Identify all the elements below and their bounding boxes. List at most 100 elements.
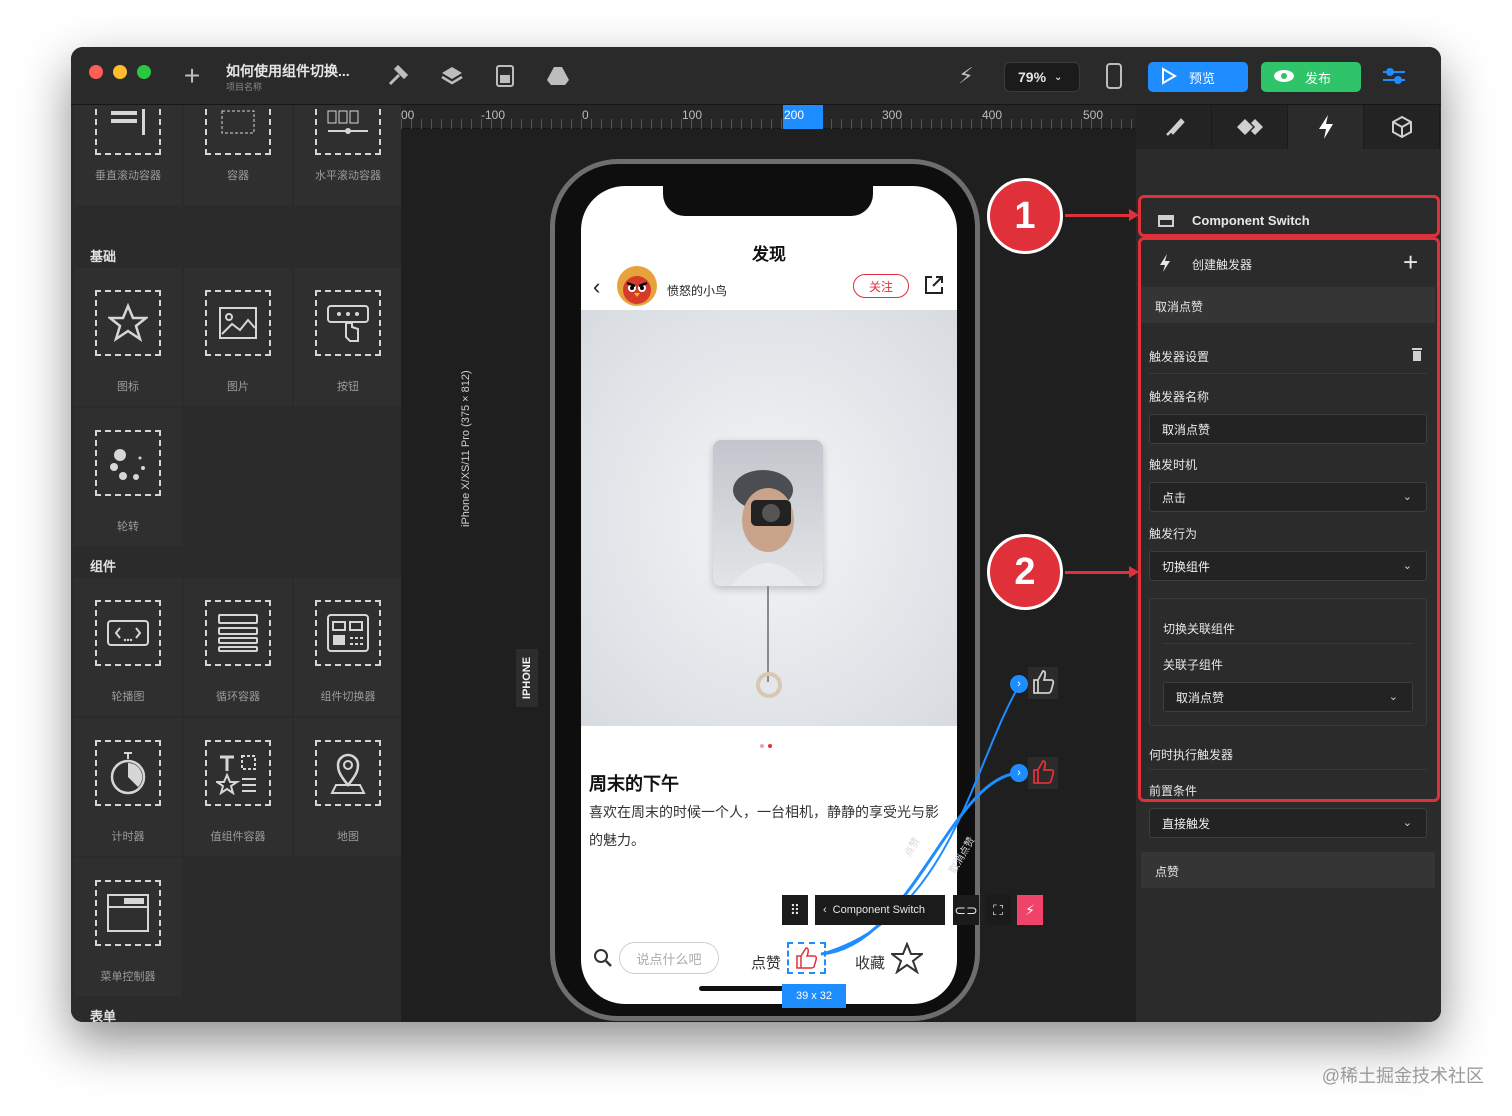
trigger-group-header[interactable]: 点赞 xyxy=(1141,852,1435,888)
component-spinner[interactable]: 轮转 xyxy=(74,408,182,546)
ruler-ticks xyxy=(401,119,1136,129)
component-label: 轮播图 xyxy=(111,691,145,703)
document-icon[interactable] xyxy=(492,63,518,89)
vertical-scroll-icon xyxy=(95,105,161,155)
container-icon xyxy=(205,105,271,155)
photo-card xyxy=(713,440,823,586)
component-value-container[interactable]: 值组件容器 xyxy=(184,718,292,856)
star-icon xyxy=(95,290,161,356)
hanging-ring xyxy=(756,672,782,698)
add-icon[interactable]: + xyxy=(179,60,205,91)
component-carousel[interactable]: 轮播图 xyxy=(74,578,182,716)
component-label: 按钮 xyxy=(337,381,359,393)
component-map[interactable]: 地图 xyxy=(294,718,401,856)
follow-button[interactable]: 关注 xyxy=(853,274,909,298)
preview-label: 预览 xyxy=(1189,70,1216,86)
component-menu-controller[interactable]: 菜单控制器 xyxy=(74,858,182,996)
list-icon xyxy=(205,600,271,666)
component-horizontal-scroll[interactable]: 水平滚动容器 xyxy=(294,105,401,205)
drive-icon[interactable] xyxy=(545,63,571,89)
chevron-left-icon: ‹ xyxy=(823,904,827,916)
drag-handle-icon[interactable]: ⠿ xyxy=(782,895,808,925)
carousel-icon xyxy=(95,600,161,666)
component-vertical-scroll[interactable]: 垂直滚动容器 xyxy=(74,105,182,205)
share-icon[interactable] xyxy=(923,274,945,301)
comment-input[interactable]: 说点什么吧 xyxy=(619,942,719,974)
zoom-select[interactable]: 79% ⌄ xyxy=(1004,62,1080,92)
switch-target-dot-2[interactable]: › xyxy=(1010,764,1028,782)
hanging-string xyxy=(767,586,769,682)
carousel-dots xyxy=(760,744,764,748)
component-timer[interactable]: 计时器 xyxy=(74,718,182,856)
trigger-bolt-icon[interactable]: ⚡ xyxy=(1017,895,1043,925)
highlight-create-trigger xyxy=(1138,195,1440,237)
phone-notch xyxy=(663,186,873,216)
device-icon[interactable] xyxy=(1101,63,1127,89)
component-icon[interactable]: 图标 xyxy=(74,268,182,406)
project-title[interactable]: 如何使用组件切换... xyxy=(226,61,350,81)
thumbs-up-red-icon[interactable] xyxy=(1028,757,1058,789)
tab-components[interactable] xyxy=(1212,105,1288,149)
value-container-icon xyxy=(205,740,271,806)
section-form-heading: 表单 xyxy=(90,1009,117,1022)
precondition-select[interactable]: 直接触发 ⌄ xyxy=(1149,808,1427,838)
thumbs-up-icon[interactable] xyxy=(1028,667,1058,699)
component-label: 值组件容器 xyxy=(210,831,266,843)
chevron-down-icon: ⌄ xyxy=(1402,817,1412,829)
like-label: 点赞 xyxy=(751,955,782,972)
component-label: 轮转 xyxy=(117,521,139,533)
hammer-icon[interactable] xyxy=(385,63,411,89)
component-label: 容器 xyxy=(227,170,249,182)
carousel-dot-active xyxy=(768,744,772,748)
eye-icon xyxy=(1273,69,1295,86)
layers-icon[interactable] xyxy=(439,63,465,89)
fullscreen-icon[interactable]: ⛶ xyxy=(985,895,1011,925)
component-loop-container[interactable]: 循环容器 xyxy=(184,578,292,716)
ruler-tick-label: 200 xyxy=(784,108,805,122)
highlight-trigger-settings xyxy=(1138,237,1440,802)
section-basic-heading: 基础 xyxy=(90,249,117,264)
minimize-window-button[interactable] xyxy=(113,65,127,79)
component-switcher[interactable]: 组件切换器 xyxy=(294,578,401,716)
trigger-group-title: 点赞 xyxy=(1155,865,1180,879)
precondition-value: 直接触发 xyxy=(1162,816,1211,831)
component-image[interactable]: 图片 xyxy=(184,268,292,406)
device-tag: IPHONE xyxy=(516,649,538,707)
component-label: 垂直滚动容器 xyxy=(95,170,161,182)
tap-button-icon xyxy=(315,290,381,356)
chevron-down-icon: ⌄ xyxy=(1054,71,1063,83)
section-components-heading: 组件 xyxy=(90,559,117,574)
link-icon[interactable]: ⊂⊃ xyxy=(953,895,979,925)
sliders-icon[interactable] xyxy=(1381,63,1407,89)
tab-assets[interactable] xyxy=(1364,105,1440,149)
avatar[interactable] xyxy=(617,266,657,306)
spinner-icon xyxy=(95,430,161,496)
component-button[interactable]: 按钮 xyxy=(294,268,401,406)
callout-marker: 2 xyxy=(987,534,1063,610)
app-window: + 如何使用组件切换... 项目名称 ⚡ 79% ⌄ 预览 发布 垂直滚动容器 … xyxy=(71,47,1441,1022)
search-icon[interactable] xyxy=(593,948,613,973)
component-switch-chip[interactable]: ‹ Component Switch xyxy=(815,895,945,925)
ruler-tick-label: 100 xyxy=(682,108,703,122)
interaction-bolt-icon[interactable]: ⚡ xyxy=(953,63,979,89)
publish-button[interactable]: 发布 xyxy=(1261,62,1361,92)
image-icon xyxy=(205,290,271,356)
panel-tabs xyxy=(1136,105,1441,149)
component-label: 图片 xyxy=(227,381,249,393)
watermark: @稀土掘金技术社区 xyxy=(1321,1066,1484,1086)
zoom-value: 79% xyxy=(1018,69,1047,85)
component-container[interactable]: 容器 xyxy=(184,105,292,205)
preview-button[interactable]: 预览 xyxy=(1148,62,1248,92)
back-icon[interactable]: ‹ xyxy=(593,274,600,300)
close-window-button[interactable] xyxy=(89,65,103,79)
component-label: 地图 xyxy=(337,831,359,843)
tab-style[interactable] xyxy=(1136,105,1212,149)
cube-icon xyxy=(1391,115,1412,139)
component-label: 图标 xyxy=(117,381,139,393)
zoom-window-button[interactable] xyxy=(137,65,151,79)
switch-target-dot-1[interactable]: › xyxy=(1010,675,1028,693)
component-label: 循环容器 xyxy=(216,691,260,703)
callout-marker: 1 xyxy=(987,178,1063,254)
tab-interactions[interactable] xyxy=(1288,105,1364,149)
timer-icon xyxy=(95,740,161,806)
